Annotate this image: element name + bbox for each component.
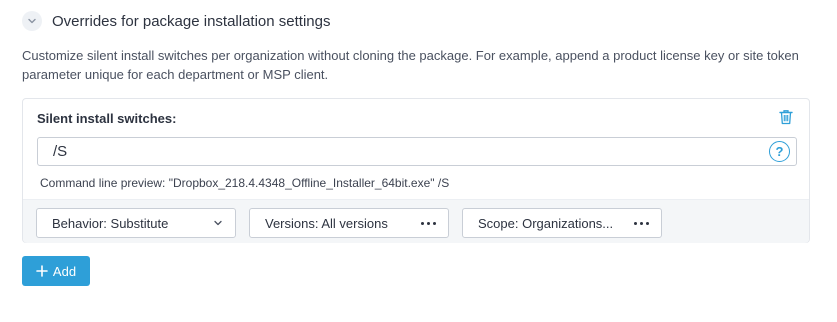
behavior-dropdown[interactable]: Behavior: Substitute: [36, 208, 236, 238]
trash-icon: [779, 110, 793, 125]
silent-switches-label: Silent install switches:: [37, 111, 177, 126]
scope-selector[interactable]: Scope: Organizations...: [462, 208, 662, 238]
override-panel: Silent install switches: ? Command line …: [22, 98, 810, 243]
more-dots-icon: [421, 221, 436, 225]
chevron-down-icon: [28, 18, 36, 24]
behavior-label: Behavior: Substitute: [52, 215, 169, 231]
section-title: Overrides for package installation setti…: [52, 12, 331, 30]
add-button-label: Add: [52, 263, 77, 279]
plus-icon: [36, 265, 48, 277]
dropdown-arrow-icon: [214, 220, 222, 226]
versions-selector[interactable]: Versions: All versions: [249, 208, 449, 238]
collapse-toggle[interactable]: [22, 11, 42, 31]
versions-label: Versions: All versions: [265, 215, 388, 231]
delete-override-button[interactable]: [777, 108, 795, 126]
section-description: Customize silent install switches per or…: [22, 48, 799, 82]
scope-label: Scope: Organizations...: [478, 215, 614, 231]
section-header: Overrides for package installation setti…: [22, 10, 330, 32]
silent-switches-input[interactable]: [37, 137, 797, 166]
help-icon[interactable]: ?: [769, 141, 790, 162]
command-line-preview: Command line preview: "Dropbox_218.4.434…: [40, 176, 450, 190]
more-dots-icon: [634, 221, 649, 225]
add-override-button[interactable]: Add: [22, 256, 90, 286]
override-options-bar: Behavior: Substitute Versions: All versi…: [23, 199, 809, 243]
